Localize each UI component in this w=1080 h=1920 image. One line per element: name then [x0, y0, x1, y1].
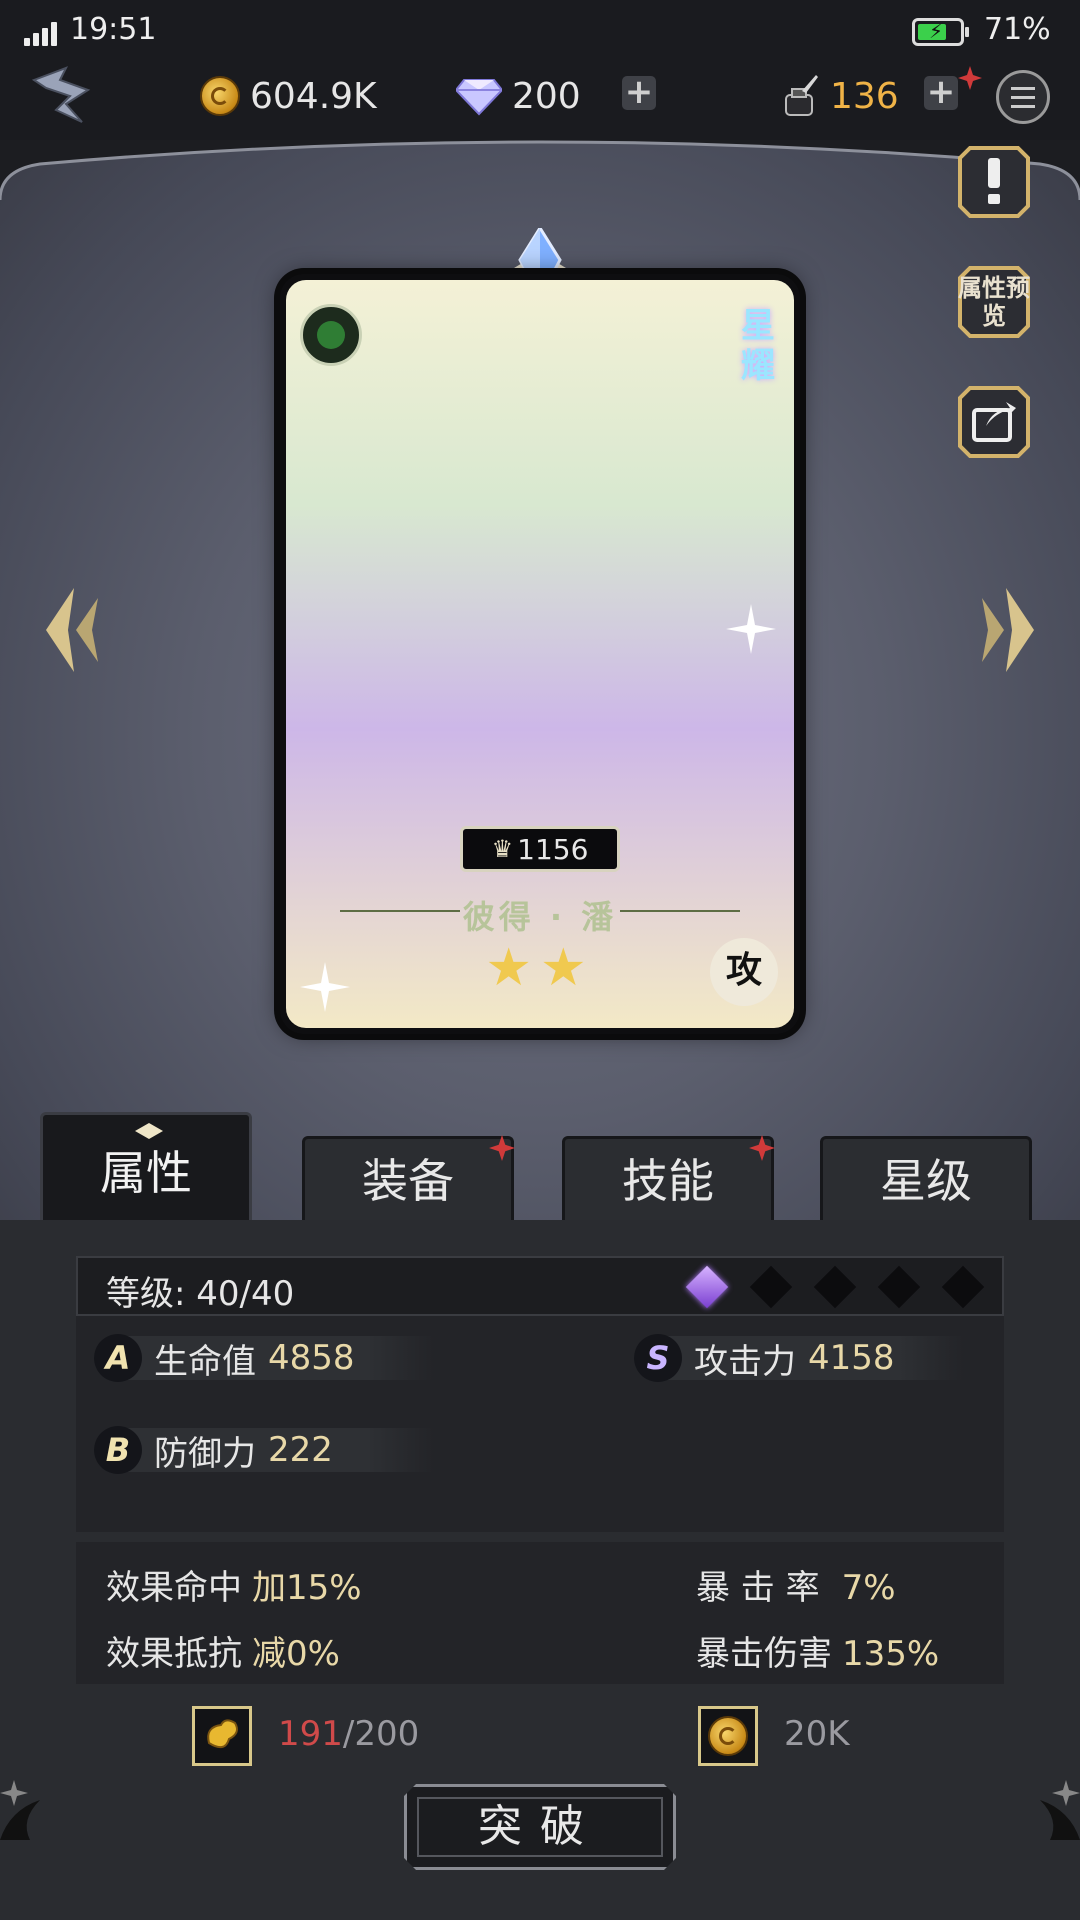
- gold-cost: 20K: [784, 1714, 850, 1754]
- tab-attributes[interactable]: 属性: [40, 1112, 252, 1220]
- hero-stars: ★★: [485, 938, 595, 998]
- gem-empty-icon: [877, 1265, 921, 1309]
- sub-stat-label: 暴击伤害: [696, 1634, 832, 1674]
- exclamation-icon: [958, 146, 1030, 218]
- tab-label: 装备: [362, 1154, 454, 1208]
- share-icon: [958, 386, 1030, 458]
- tab-label: 星级: [880, 1154, 972, 1208]
- battery-percent: 71%: [984, 12, 1051, 47]
- tab-equipment[interactable]: 装备: [302, 1135, 515, 1220]
- diamond-amount: 200: [512, 75, 581, 117]
- material-count: 191/200: [278, 1714, 419, 1754]
- alert-star-icon: [749, 1135, 775, 1161]
- sub-stat-crit-rate: 暴 击 率 7%: [696, 1560, 896, 1609]
- back-arrow-icon: [31, 66, 91, 123]
- tab-skills[interactable]: 技能: [562, 1135, 775, 1220]
- crown-icon: ♛: [491, 835, 514, 863]
- level-bar: 等级: 40/40: [76, 1256, 1004, 1316]
- sparkle-icon: [300, 962, 350, 1012]
- battery-icon: ⚡: [912, 18, 969, 46]
- bean-material-icon: [207, 1719, 238, 1749]
- gem-empty-icon: [749, 1265, 793, 1309]
- hero-name: 彼得 · 潘: [462, 898, 618, 936]
- gold-coin-icon: [708, 1716, 748, 1756]
- power-value: 1156: [517, 832, 589, 866]
- stat-defense: B 防御力 222: [94, 1422, 434, 1478]
- material-need: /200: [342, 1714, 420, 1754]
- grade-s-icon: S: [634, 1334, 682, 1382]
- alert-star-icon: [489, 1135, 515, 1161]
- corner-ornament: [1040, 1780, 1080, 1840]
- resource-bar: 604.9K 200 + 136 +: [0, 60, 1080, 140]
- sub-stat-crit-damage: 暴击伤害 135%: [696, 1626, 939, 1675]
- signal-icon: [24, 22, 58, 46]
- gold-amount: 604.9K: [250, 75, 377, 117]
- grade-b-icon: B: [94, 1426, 142, 1474]
- sub-stat-label: 效果抵抗: [106, 1634, 242, 1674]
- status-time: 19:51: [70, 12, 157, 47]
- material-have: 191: [278, 1714, 343, 1754]
- diamond-counter: 200: [456, 66, 581, 126]
- alert-star-icon: [958, 66, 982, 90]
- sub-stat-effect-hit: 效果命中 加15%: [106, 1560, 362, 1609]
- gem-empty-icon: [813, 1265, 857, 1309]
- stat-hp: A 生命值 4858: [94, 1330, 434, 1386]
- main-stats: A 生命值 4858 S 攻击力 4158 B 防御力 222: [76, 1316, 1004, 1532]
- sub-stat-value: 加15%: [252, 1568, 362, 1608]
- power-badge: ♛ 1156: [460, 826, 620, 872]
- breakthrough-label: 突破: [478, 1801, 602, 1852]
- stat-value: 4858: [268, 1338, 355, 1378]
- grade-a-icon: A: [94, 1334, 142, 1382]
- stat-value: 4158: [808, 1338, 895, 1378]
- stat-label: 防御力: [154, 1433, 256, 1474]
- faction-leaf-icon: [300, 304, 362, 366]
- gem-filled-icon: [685, 1265, 729, 1309]
- stat-label: 攻击力: [694, 1341, 796, 1382]
- breakthrough-button[interactable]: 突破: [404, 1784, 676, 1870]
- stat-value: 222: [268, 1430, 333, 1470]
- stat-label: 生命值: [154, 1341, 256, 1382]
- rank-label: 星耀: [741, 306, 775, 386]
- info-button[interactable]: [956, 144, 1032, 220]
- attr-preview-button[interactable]: 属性预览: [956, 264, 1032, 340]
- add-ink-button[interactable]: +: [924, 75, 958, 110]
- gold-counter: 604.9K: [200, 66, 377, 126]
- ink-amount: 136: [830, 75, 899, 117]
- status-bar: 19:51 ⚡ 71%: [0, 0, 1080, 60]
- attributes-panel: 等级: 40/40 A 生命值 4858 S 攻击力 4158 B 防御力 22…: [0, 1220, 1080, 1920]
- diamond-icon: [456, 79, 502, 116]
- gold-coin-icon: [200, 76, 240, 116]
- ink-bottle-icon: [785, 75, 818, 116]
- stat-attack: S 攻击力 4158: [634, 1330, 964, 1386]
- prev-hero-arrow[interactable]: [40, 580, 100, 680]
- corner-ornament: [0, 1780, 40, 1840]
- add-diamonds-button[interactable]: +: [622, 75, 656, 110]
- ink-counter: 136: [780, 66, 899, 126]
- sub-stat-value: 135%: [842, 1634, 940, 1674]
- active-tab-diamond-icon: [135, 1123, 163, 1139]
- sub-stat-effect-resist: 效果抵抗 减0%: [106, 1626, 340, 1675]
- back-button[interactable]: [26, 64, 102, 128]
- hero-card[interactable]: 星耀 ♛ 1156 彼得 · 潘 ★★ 攻: [280, 274, 800, 1034]
- attr-preview-label: 属性预览: [958, 274, 1030, 330]
- sub-stats: 效果命中 加15% 暴 击 率 7% 效果抵抗 减0% 暴击伤害 135%: [76, 1542, 1004, 1684]
- level-text: 等级: 40/40: [106, 1274, 295, 1314]
- sub-stat-value: 7%: [841, 1568, 896, 1608]
- gem-empty-icon: [941, 1265, 985, 1309]
- next-hero-arrow[interactable]: [980, 580, 1040, 680]
- tab-label: 属性: [100, 1146, 192, 1200]
- tab-star-level[interactable]: 星级: [820, 1136, 1032, 1220]
- share-button[interactable]: [956, 384, 1032, 460]
- sub-stat-label: 暴 击 率: [696, 1568, 820, 1608]
- sparkle-icon: [726, 604, 776, 654]
- tab-label: 技能: [622, 1154, 714, 1208]
- menu-button[interactable]: [996, 70, 1050, 124]
- role-badge: 攻: [710, 938, 778, 1006]
- sub-stat-label: 效果命中: [106, 1568, 242, 1608]
- gold-cost-icon: [698, 1706, 758, 1766]
- material-icon[interactable]: [192, 1706, 252, 1766]
- sub-stat-value: 减0%: [252, 1634, 340, 1674]
